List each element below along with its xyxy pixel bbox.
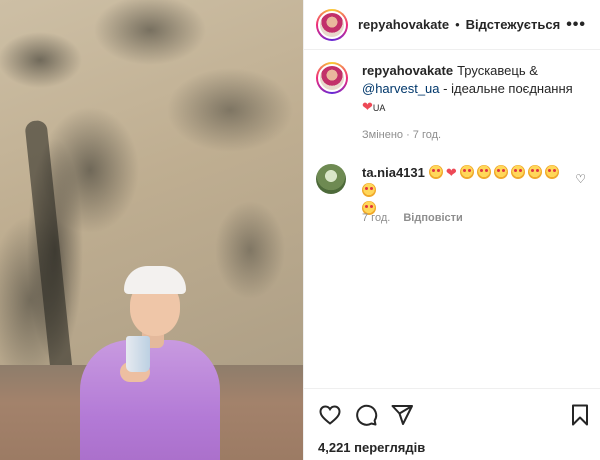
more-horizontal-icon[interactable]: •••: [566, 16, 586, 34]
heart-outline-icon[interactable]: [318, 403, 342, 427]
commenter-avatar[interactable]: [316, 164, 346, 194]
star-eyes-emoji-icon: [362, 183, 376, 197]
author-username[interactable]: repyahovakate: [358, 17, 449, 32]
star-eyes-emoji-icon: [494, 165, 509, 179]
comment-time: 7 год.: [362, 212, 391, 224]
post-header: repyahovakate • Відстежується •••: [304, 0, 600, 50]
caption-suffix: - ідеальне поєднання: [443, 81, 573, 96]
heart-emoji-icon: ❤: [362, 99, 373, 114]
pink-jacket: [80, 340, 220, 460]
reply-button[interactable]: Відповісти: [403, 212, 462, 224]
edited-timestamp: Змінено · 7 год.: [362, 129, 442, 141]
bookmark-icon[interactable]: [568, 403, 592, 427]
caption-avatar[interactable]: [316, 62, 348, 94]
caption-mention[interactable]: @harvest_ua: [362, 81, 440, 96]
author-avatar[interactable]: [316, 8, 348, 41]
caption-username[interactable]: repyahovakate: [362, 63, 453, 78]
paper-cup: [126, 336, 150, 372]
comment-like-heart-icon[interactable]: ♡: [575, 172, 586, 186]
comment-item: ta.nia4131 ❤ ♡: [316, 164, 592, 218]
woman-figure: [80, 262, 230, 460]
post-photo[interactable]: [0, 0, 303, 460]
comment-text: ta.nia4131 ❤: [362, 164, 572, 218]
following-button[interactable]: Відстежується: [466, 17, 561, 32]
views-count[interactable]: 4,221 переглядів: [318, 440, 425, 455]
caption-prefix: Трускавець &: [457, 63, 538, 78]
paper-plane-icon[interactable]: [390, 403, 414, 427]
separator-dot: •: [455, 17, 460, 32]
star-eyes-emoji-icon: [528, 165, 543, 179]
star-eyes-emoji-icon: [477, 165, 492, 179]
heart-emoji-icon: ❤: [445, 165, 457, 180]
actions-bar: 4,221 переглядів: [304, 388, 600, 460]
post-caption: repyahovakate Трускавець & @harvest_ua - …: [316, 62, 586, 117]
star-eyes-emoji-icon: [460, 165, 475, 179]
star-eyes-emoji-icon: [511, 165, 526, 179]
white-cap: [124, 266, 186, 294]
star-eyes-emoji-icon: [428, 165, 443, 179]
star-eyes-emoji-icon: [545, 165, 560, 179]
commenter-username[interactable]: ta.nia4131: [362, 165, 425, 180]
caption-text: repyahovakate Трускавець & @harvest_ua - …: [362, 62, 586, 117]
comment-bubble-icon[interactable]: [354, 403, 378, 427]
comment-meta: 7 год. Відповісти: [362, 212, 463, 224]
caption-flag-text: UA: [372, 103, 386, 113]
